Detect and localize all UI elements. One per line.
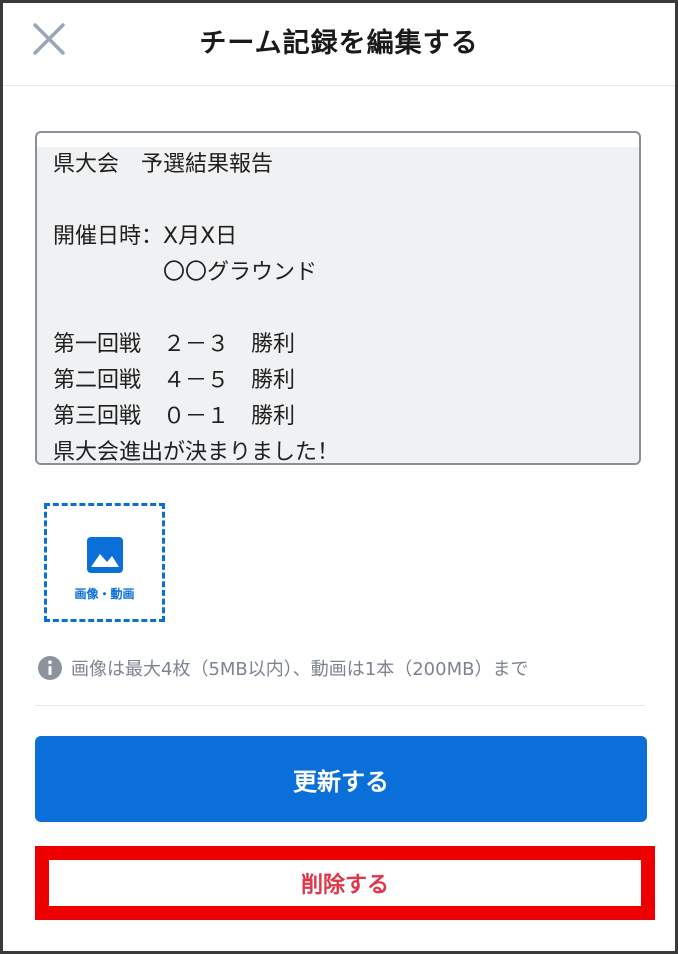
update-button[interactable]: 更新する	[35, 736, 647, 822]
delete-button[interactable]: 削除する	[50, 861, 640, 905]
page-title: チーム記録を編集する	[199, 28, 479, 59]
info-icon	[38, 656, 62, 680]
add-media-button[interactable]: 画像・動画	[44, 503, 165, 622]
screen: チーム記録を編集する 県大会 予選結果報告 開催日時：X月X日 〇〇グラウンド …	[0, 0, 678, 954]
record-body-text: 県大会 予選結果報告 開催日時：X月X日 〇〇グラウンド 第一回戦 ２－３ 勝利…	[37, 147, 639, 463]
header: チーム記録を編集する	[3, 3, 675, 86]
record-body-textarea[interactable]: 県大会 予選結果報告 開催日時：X月X日 〇〇グラウンド 第一回戦 ２－３ 勝利…	[35, 131, 641, 465]
add-media-label: 画像・動画	[74, 587, 135, 601]
divider	[35, 705, 645, 706]
upload-limit-text: 画像は最大4枚（5MB以内）、動画は1本（200MB）まで	[71, 659, 529, 680]
image-icon	[86, 537, 123, 573]
upload-limit-note: 画像は最大4枚（5MB以内）、動画は1本（200MB）まで	[37, 655, 528, 681]
